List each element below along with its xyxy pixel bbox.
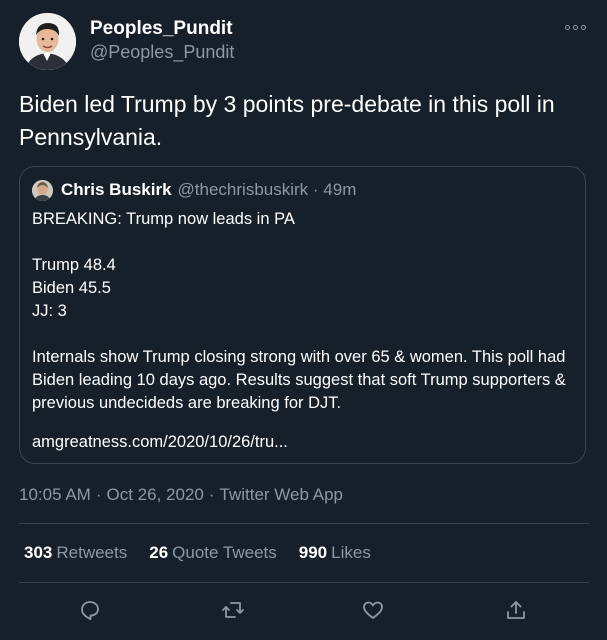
quote-tweets-stat[interactable]: 26 Quote Tweets: [149, 542, 277, 564]
quoted-author-handle-time: @thechrisbuskirk · 49m: [177, 180, 357, 199]
reply-icon[interactable]: [78, 598, 104, 624]
author-names: Peoples_Pundit @Peoples_Pundit: [90, 18, 234, 64]
quoted-tweet-header: Chris Buskirk @thechrisbuskirk · 49m: [32, 179, 356, 201]
tweet-source[interactable]: Twitter Web App: [220, 485, 343, 504]
quote-tweets-label: Quote Tweets: [172, 543, 277, 562]
retweets-stat[interactable]: 303 Retweets: [24, 542, 127, 564]
likes-stat[interactable]: 990 Likes: [299, 542, 371, 564]
retweets-count: 303: [24, 543, 53, 562]
tweet-timestamp: 10:05 AM · Oct 26, 2020 · Twitter Web App: [19, 484, 343, 506]
like-icon[interactable]: [361, 598, 387, 624]
divider-top: [19, 523, 589, 524]
tweet-time[interactable]: 10:05 AM: [19, 485, 91, 504]
engagement-stats: 303 Retweets 26 Quote Tweets 990 Likes: [24, 542, 371, 564]
tweet-header: Peoples_Pundit @Peoples_Pundit: [19, 13, 589, 71]
tweet-text: Biden led Trump by 3 points pre-debate i…: [19, 91, 555, 150]
quoted-author-avatar: [32, 179, 53, 201]
likes-label: Likes: [331, 543, 371, 562]
share-icon[interactable]: [504, 598, 530, 624]
author-display-name[interactable]: Peoples_Pundit: [90, 18, 234, 40]
source-separator: ·: [208, 485, 215, 504]
author-avatar[interactable]: [19, 13, 76, 70]
quoted-author-name: Chris Buskirk: [61, 180, 172, 199]
author-handle[interactable]: @Peoples_Pundit: [90, 40, 234, 64]
retweet-icon[interactable]: [221, 598, 247, 624]
quote-tweets-count: 26: [149, 543, 169, 562]
tweet-date[interactable]: Oct 26, 2020: [107, 485, 204, 504]
quoted-tweet-card[interactable]: Chris Buskirk @thechrisbuskirk · 49m BRE…: [19, 166, 586, 464]
retweets-label: Retweets: [56, 543, 128, 562]
quoted-tweet-link[interactable]: amgreatness.com/2020/10/26/tru...: [32, 431, 288, 454]
divider-bottom: [19, 582, 589, 583]
likes-count: 990: [298, 543, 328, 562]
more-icon[interactable]: [565, 21, 589, 33]
tweet-actions-bar: [0, 598, 607, 624]
quoted-tweet-text: BREAKING: Trump now leads in PA Trump 48…: [32, 210, 566, 412]
timestamp-separator: ·: [95, 485, 102, 504]
